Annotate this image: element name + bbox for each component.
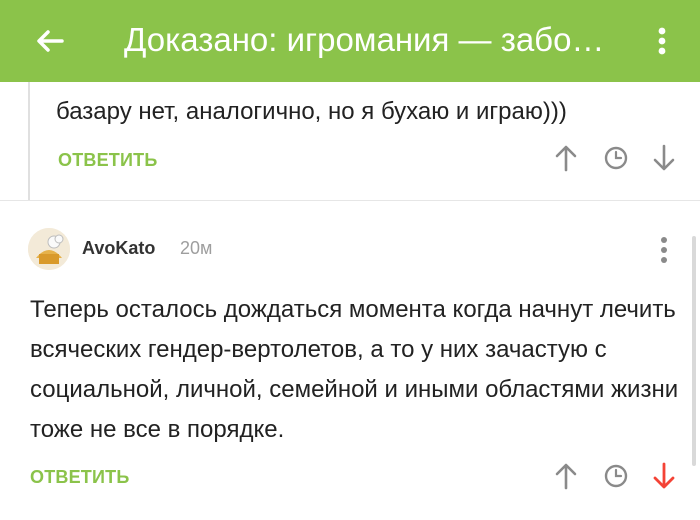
arrow-down-icon[interactable]: [649, 461, 679, 491]
back-arrow-icon[interactable]: [30, 21, 70, 61]
scrollbar[interactable]: [692, 236, 696, 466]
arrow-up-icon[interactable]: [551, 143, 581, 173]
more-vertical-icon[interactable]: [648, 21, 676, 61]
comment-text: базару нет, аналогично, но я бухаю и игр…: [56, 98, 567, 125]
arrow-down-icon[interactable]: [649, 143, 679, 173]
avatar[interactable]: [28, 228, 70, 270]
clock-icon[interactable]: [601, 461, 631, 491]
more-vertical-icon[interactable]: [650, 234, 678, 266]
comment-divider: [0, 200, 700, 201]
page-title: Доказано: игромания — забо…: [124, 21, 605, 58]
thread-indent-line: [28, 82, 30, 200]
comment-author[interactable]: AvoKato: [82, 238, 155, 259]
app-bar: Доказано: игромания — забо…: [0, 0, 700, 82]
arrow-up-icon[interactable]: [551, 461, 581, 491]
comment-timestamp: 20м: [180, 238, 213, 258]
avatar-image-icon: [28, 228, 70, 270]
reply-button[interactable]: ОТВЕТИТЬ: [58, 150, 157, 171]
reply-button[interactable]: ОТВЕТИТЬ: [30, 467, 129, 488]
clock-icon[interactable]: [601, 143, 631, 173]
comment-text: Теперь осталось дождаться момента когда …: [30, 296, 679, 443]
